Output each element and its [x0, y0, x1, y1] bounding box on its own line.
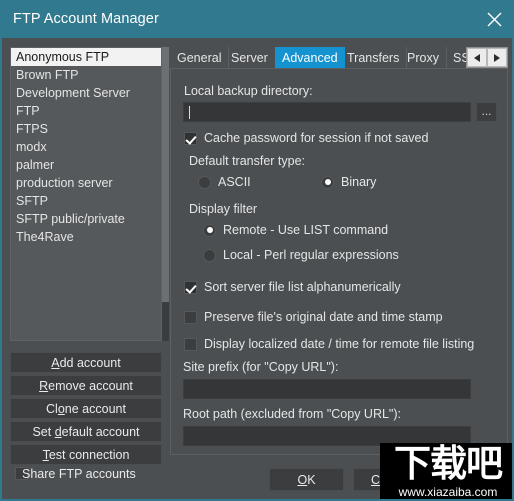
checkbox-box — [184, 337, 197, 351]
set-default-account-button[interactable]: Set default account — [10, 421, 162, 442]
tab-strip: General Server Advanced Transfers Proxy … — [170, 47, 508, 69]
tab-transfers[interactable]: Transfers — [340, 47, 408, 69]
browse-backup-directory-button[interactable]: ... — [476, 102, 497, 122]
text-caret — [189, 106, 190, 119]
filter-remote-label: Remote - Use LIST command — [223, 223, 389, 237]
sort-alphanumeric-label: Sort server file list alphanumerically — [204, 280, 401, 294]
share-ftp-accounts-checkbox[interactable]: Share FTP accounts — [15, 467, 136, 481]
site-watermark: 下载吧 www.xiazaiba.com — [380, 443, 512, 499]
tab-scroll-arrows — [466, 47, 508, 68]
scrollbar-thumb[interactable] — [162, 47, 169, 302]
checkbox-box — [184, 131, 197, 145]
tab-general[interactable]: General — [170, 47, 230, 69]
transfer-type-binary-radio[interactable]: Binary — [321, 175, 376, 189]
radio-circle — [203, 223, 216, 237]
tab-scroll-left-button[interactable] — [467, 48, 487, 67]
side-button-label: Set default account — [32, 424, 140, 439]
list-item[interactable]: FTP — [11, 102, 161, 120]
test-connection-button[interactable]: Test connection — [10, 444, 162, 465]
clone-account-button[interactable]: Clone account — [10, 398, 162, 419]
add-account-button[interactable]: Add account — [10, 352, 162, 373]
account-list[interactable]: Anonymous FTP Brown FTP Development Serv… — [10, 47, 162, 341]
remove-account-button[interactable]: Remove account — [10, 375, 162, 396]
account-list-scrollbar[interactable] — [162, 47, 169, 341]
ok-button-label: OK — [297, 472, 316, 487]
radio-circle — [203, 248, 216, 262]
localized-date-label: Display localized date / time for remote… — [204, 337, 475, 351]
sort-alphanumeric-checkbox[interactable]: Sort server file list alphanumerically — [184, 280, 401, 294]
radio-circle — [198, 175, 211, 189]
ok-button[interactable]: OK — [269, 468, 344, 491]
list-item[interactable]: Brown FTP — [11, 66, 161, 84]
arrow-left-icon — [473, 49, 481, 67]
root-path-label: Root path (excluded from "Copy URL"): — [183, 407, 401, 421]
list-item[interactable]: SFTP public/private — [11, 210, 161, 228]
arrow-right-icon — [493, 49, 501, 67]
tab-advanced[interactable]: Advanced — [275, 47, 345, 69]
side-button-label: Add account — [51, 355, 121, 370]
local-backup-directory-label: Local backup directory: — [184, 84, 313, 98]
tab-proxy[interactable]: Proxy — [400, 47, 447, 69]
list-item[interactable]: Anonymous FTP — [11, 48, 161, 66]
list-item[interactable]: palmer — [11, 156, 161, 174]
side-button-label: Clone account — [46, 401, 126, 416]
transfer-type-ascii-radio[interactable]: ASCII — [198, 175, 251, 189]
radio-circle — [321, 175, 334, 189]
watermark-url: www.xiazaiba.com — [398, 485, 498, 499]
filter-local-label: Local - Perl regular expressions — [223, 248, 399, 262]
close-button[interactable] — [472, 0, 512, 38]
tab-scroll-right-button[interactable] — [487, 48, 507, 67]
list-item[interactable]: FTPS — [11, 120, 161, 138]
checkbox-box — [184, 310, 197, 324]
side-button-label: Test connection — [42, 447, 130, 462]
side-button-label: Remove account — [39, 378, 133, 393]
tab-server[interactable]: Server — [224, 47, 276, 69]
local-backup-directory-input[interactable] — [183, 102, 471, 122]
list-item[interactable]: modx — [11, 138, 161, 156]
site-prefix-input[interactable] — [183, 379, 471, 399]
share-ftp-accounts-label: Share FTP accounts — [22, 466, 136, 481]
list-item[interactable]: SFTP — [11, 192, 161, 210]
preserve-timestamp-label: Preserve file's original date and time s… — [204, 310, 443, 324]
transfer-type-ascii-label: ASCII — [218, 175, 251, 189]
title-bar: FTP Account Manager — [2, 0, 512, 38]
preserve-timestamp-checkbox[interactable]: Preserve file's original date and time s… — [184, 310, 443, 324]
list-item[interactable]: The4Rave — [11, 228, 161, 246]
close-icon — [487, 12, 502, 27]
filter-remote-radio[interactable]: Remote - Use LIST command — [203, 223, 388, 237]
site-prefix-label: Site prefix (for "Copy URL"): — [183, 360, 339, 374]
cache-password-label: Cache password for session if not saved — [204, 131, 429, 145]
list-item[interactable]: production server — [11, 174, 161, 192]
localized-date-checkbox[interactable]: Display localized date / time for remote… — [184, 337, 474, 351]
transfer-type-binary-label: Binary — [341, 175, 377, 189]
watermark-logo-text: 下载吧 — [394, 443, 503, 485]
advanced-tab-panel: Local backup directory: ... Cache passwo… — [170, 68, 508, 455]
default-transfer-type-label: Default transfer type: — [189, 154, 306, 168]
checkbox-box — [184, 280, 197, 294]
ftp-account-manager-dialog: FTP Account Manager Anonymous FTP Brown … — [0, 0, 514, 501]
display-filter-label: Display filter — [189, 202, 258, 216]
filter-local-radio[interactable]: Local - Perl regular expressions — [203, 248, 399, 262]
cache-password-checkbox[interactable]: Cache password for session if not saved — [184, 131, 428, 145]
window-title: FTP Account Manager — [13, 11, 159, 27]
list-item[interactable]: Development Server — [11, 84, 161, 102]
